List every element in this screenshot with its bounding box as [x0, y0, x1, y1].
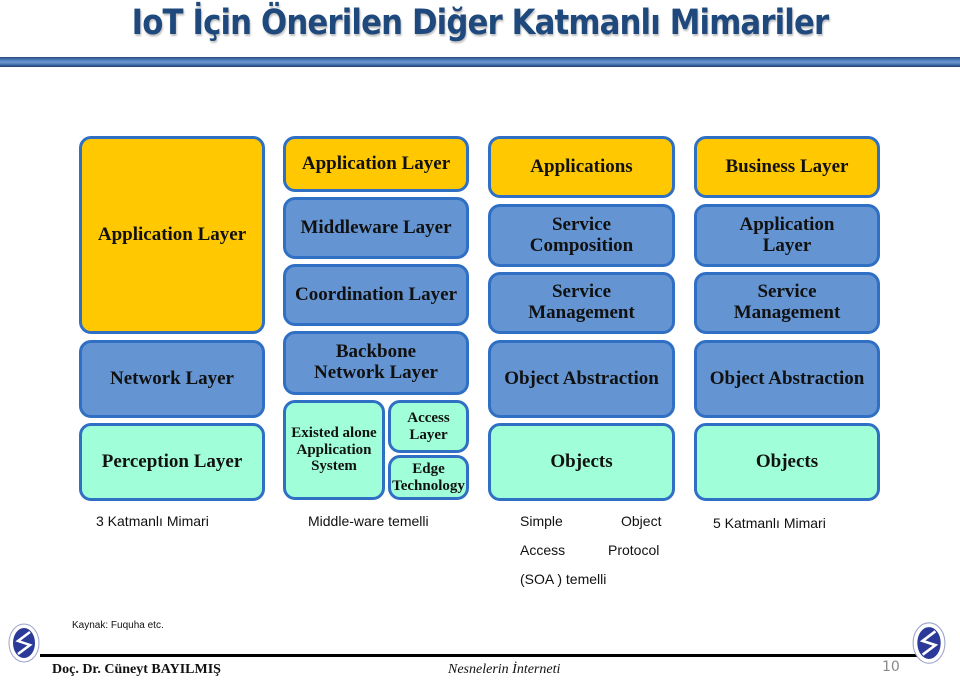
layer-applications: Applications	[488, 136, 675, 198]
caption-5-layer: 5 Katmanlı Mimari	[713, 515, 826, 531]
layer-business: Business Layer	[694, 136, 880, 198]
caption-soa-line2-right: Protocol	[608, 542, 660, 558]
layer-service-composition: Service Composition	[488, 204, 675, 267]
course-title: Nesnelerin İnterneti	[448, 662, 561, 677]
footer-divider	[40, 654, 918, 657]
source-note: Kaynak: Fuquha etc.	[72, 620, 164, 631]
author-name: Doç. Dr. Cüneyt BAYILMIŞ	[52, 662, 221, 677]
layer-object-abstraction: Object Abstraction	[694, 340, 880, 418]
layer-application: Application Layer	[694, 204, 880, 267]
slide-title: IoT İçin Önerilen Diğer Katmanlı Mimaril…	[131, 3, 829, 43]
caption-3-layer: 3 Katmanlı Mimari	[96, 513, 209, 529]
layer-network: Network Layer	[79, 340, 265, 418]
layer-existed-alone-app-system: Existed alone Application System	[283, 400, 385, 500]
layer-application: Application Layer	[283, 136, 469, 192]
caption-soa-line1-left: Simple	[520, 513, 563, 529]
university-logo-icon	[8, 623, 40, 663]
title-divider	[0, 57, 960, 67]
layer-object-abstraction: Object Abstraction	[488, 340, 675, 418]
caption-soa-line1-right: Object	[621, 513, 662, 529]
layer-backbone-network: Backbone Network Layer	[283, 331, 469, 395]
page-number: 10	[882, 659, 900, 675]
layer-objects: Objects	[488, 423, 675, 501]
caption-soa-line3: (SOA ) temelli	[520, 571, 607, 587]
layer-middleware: Middleware Layer	[283, 197, 469, 259]
layer-application: Application Layer	[79, 136, 265, 334]
caption-middleware: Middle-ware temelli	[308, 513, 429, 529]
layer-perception: Perception Layer	[79, 423, 265, 501]
layer-service-management: Service Management	[694, 272, 880, 334]
layer-coordination: Coordination Layer	[283, 264, 469, 326]
layer-objects: Objects	[694, 423, 880, 501]
university-logo-icon	[912, 622, 946, 664]
layer-service-management: Service Management	[488, 272, 675, 334]
layer-access: Access Layer	[388, 400, 469, 453]
layer-edge-technology: Edge Technology	[388, 455, 469, 500]
caption-soa-line2-left: Access	[520, 542, 566, 558]
